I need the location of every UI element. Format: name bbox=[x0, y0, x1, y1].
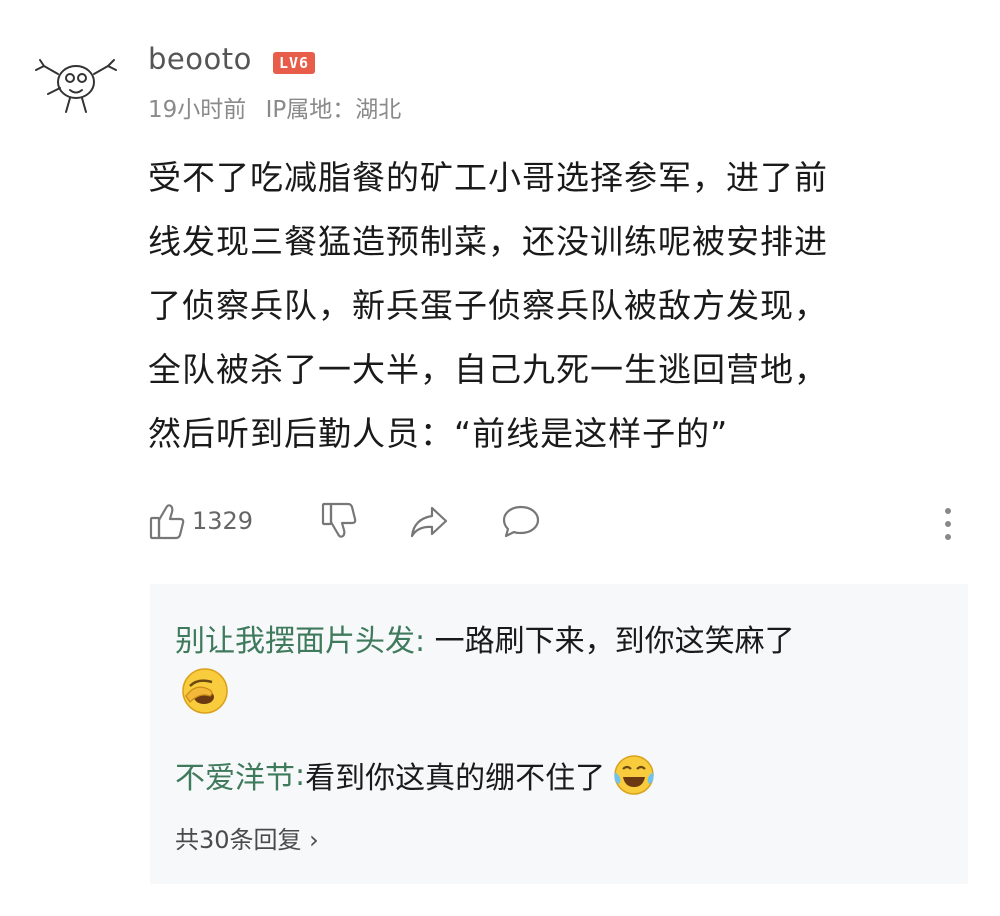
reply-panel: 别让我摆面片头发: 一路刷下来，到你这笑麻了 不爱洋节: 看到你这真的绷不住了 … bbox=[150, 584, 968, 884]
view-more-replies-link[interactable]: 共30条回复 › bbox=[175, 820, 319, 855]
reply-item[interactable]: 别让我摆面片头发: 一路刷下来，到你这笑麻了 bbox=[175, 616, 795, 660]
more-options-button[interactable] bbox=[942, 506, 954, 546]
comment-button[interactable] bbox=[500, 500, 542, 542]
action-bar: 1329 bbox=[148, 500, 968, 550]
reply-separator: : bbox=[295, 757, 306, 793]
face-palm-laugh-emoji-icon bbox=[182, 668, 228, 714]
comment-text-line: 然后听到后勤人员：“前线是这样子的” bbox=[148, 414, 729, 453]
like-button[interactable]: 1329 bbox=[148, 500, 253, 542]
avatar[interactable] bbox=[30, 48, 122, 120]
comment-text-line: 了侦察兵队，新兵蛋子侦察兵队被敌方发现， bbox=[148, 286, 828, 325]
reply-item[interactable]: 不爱洋节: 看到你这真的绷不住了 bbox=[175, 752, 657, 798]
username[interactable]: beooto bbox=[148, 42, 252, 76]
doodle-avatar-icon bbox=[35, 59, 117, 113]
tears-of-joy-emoji-icon bbox=[614, 755, 654, 795]
reply-author[interactable]: 别让我摆面片头发 bbox=[175, 624, 415, 659]
thumb-up-icon bbox=[149, 504, 185, 540]
level-badge: LV6 bbox=[273, 52, 316, 74]
comment-text: 受不了吃减脂餐的矿工小哥选择参军，进了前 线发现三餐猛造预制菜，还没训练呢被安排… bbox=[148, 146, 948, 466]
reply-author[interactable]: 不爱洋节 bbox=[175, 753, 295, 797]
comment-bubble-icon bbox=[502, 505, 540, 538]
comment-text-line: 受不了吃减脂餐的矿工小哥选择参军，进了前 bbox=[148, 158, 828, 197]
reply-emoji-line bbox=[180, 666, 230, 720]
comment-text-line: 全队被杀了一大半，自己九死一生逃回营地， bbox=[148, 350, 828, 389]
like-count: 1329 bbox=[192, 507, 254, 535]
ip-location: IP属地：湖北 bbox=[265, 97, 402, 123]
reply-text: 看到你这真的绷不住了 bbox=[305, 761, 606, 796]
dislike-button[interactable] bbox=[320, 500, 360, 542]
thumb-down-icon bbox=[321, 502, 357, 538]
comment-text-line: 线发现三餐猛造预制菜，还没训练呢被安排进 bbox=[148, 222, 828, 261]
comment-time: 19小时前 bbox=[148, 97, 247, 123]
share-button[interactable] bbox=[408, 500, 450, 542]
reply-separator: : bbox=[415, 624, 435, 659]
share-icon bbox=[410, 506, 448, 538]
more-vertical-icon bbox=[945, 508, 951, 540]
comment-meta: 19小时前 IP属地：湖北 bbox=[148, 90, 413, 124]
reply-text: 一路刷下来，到你这笑麻了 bbox=[434, 624, 795, 659]
